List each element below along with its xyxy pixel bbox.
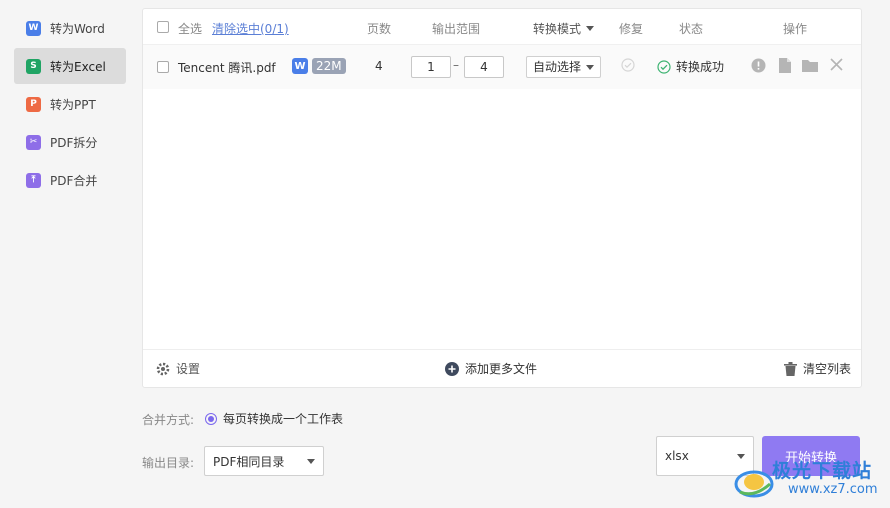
trash-icon bbox=[783, 361, 797, 376]
sidebar-item-label: 转为Word bbox=[50, 21, 105, 36]
table-row: Tencent 腾讯.pdf W 22M 4 1 – 4 自动选择 转换成功 bbox=[143, 45, 861, 89]
close-icon[interactable] bbox=[830, 58, 843, 75]
header-pages: 页数 bbox=[367, 22, 392, 36]
sidebar-item-2[interactable]: P 转为PPT bbox=[14, 86, 126, 122]
word-format-icon: W bbox=[292, 58, 308, 74]
panel-footer: 设置 添加更多文件 清空列表 bbox=[143, 349, 861, 387]
chevron-down-icon bbox=[307, 458, 315, 464]
radio-selected-icon bbox=[205, 412, 217, 425]
add-more-files-label: 添加更多文件 bbox=[465, 362, 538, 376]
repair-check-icon[interactable] bbox=[621, 58, 635, 75]
sidebar-item-label: 转为Excel bbox=[50, 59, 106, 74]
gear-icon bbox=[156, 362, 170, 375]
ppt-icon: P bbox=[26, 96, 41, 112]
start-convert-button[interactable]: 开始转换 bbox=[762, 436, 860, 476]
header-status: 状态 bbox=[679, 22, 704, 36]
file-size-badge: 22M bbox=[312, 58, 346, 74]
sidebar-item-4[interactable]: ⤒ PDF合并 bbox=[14, 162, 126, 198]
output-dir-select[interactable]: PDF相同目录 bbox=[204, 446, 324, 476]
clear-list-button[interactable]: 清空列表 bbox=[783, 360, 851, 377]
merge-mode-value: 每页转换成一个工作表 bbox=[223, 412, 344, 426]
status-badge: 转换成功 bbox=[657, 58, 724, 75]
sidebar-item-label: PDF拆分 bbox=[50, 135, 98, 150]
sidebar-item-3[interactable]: ✂ PDF拆分 bbox=[14, 124, 126, 160]
settings-label: 设置 bbox=[176, 362, 201, 376]
select-all-label[interactable]: 全选 bbox=[178, 20, 202, 37]
merge-mode-radio[interactable]: 每页转换成一个工作表 bbox=[205, 410, 343, 427]
output-dir-value: PDF相同目录 bbox=[213, 454, 285, 469]
clear-selected-link[interactable]: 清除选中(0/1) bbox=[212, 20, 289, 37]
add-more-files-button[interactable]: 添加更多文件 bbox=[445, 360, 537, 377]
watermark-url: www.xz7.com bbox=[788, 482, 878, 497]
chevron-down-icon bbox=[586, 26, 595, 31]
header-convert-mode-label: 转换模式 bbox=[533, 22, 582, 36]
sidebar-item-label: 转为PPT bbox=[50, 97, 96, 112]
status-text: 转换成功 bbox=[676, 60, 725, 74]
sidebar-item-1[interactable]: S 转为Excel bbox=[14, 48, 126, 84]
clear-list-label: 清空列表 bbox=[802, 362, 851, 376]
word-icon: W bbox=[26, 20, 41, 36]
header-repair: 修复 bbox=[619, 22, 644, 36]
file-list-panel: 全选 清除选中(0/1) 页数 输出范围 转换模式 修复 状态 操作 Tence… bbox=[142, 8, 862, 388]
convert-mode-value: 自动选择 bbox=[533, 60, 582, 74]
plus-circle-icon bbox=[445, 361, 459, 376]
file-name: Tencent 腾讯.pdf bbox=[178, 61, 276, 75]
header-actions: 操作 bbox=[783, 22, 808, 36]
excel-icon: S bbox=[26, 58, 41, 74]
output-format-select[interactable]: xlsx bbox=[656, 436, 754, 476]
settings-button[interactable]: 设置 bbox=[156, 360, 200, 377]
output-format-value: xlsx bbox=[665, 449, 689, 463]
output-dir-label: 输出目录: bbox=[142, 456, 195, 470]
table-header: 全选 清除选中(0/1) 页数 输出范围 转换模式 修复 状态 操作 bbox=[143, 9, 861, 45]
page-count: 4 bbox=[375, 59, 383, 73]
sidebar: W 转为Word S 转为Excel P 转为PPT ✂ PDF拆分 ⤒ PDF合并 bbox=[0, 0, 135, 508]
merge-mode-label: 合并方式: bbox=[142, 413, 195, 427]
sidebar-item-label: PDF合并 bbox=[50, 173, 98, 188]
split-icon: ✂ bbox=[26, 134, 41, 150]
convert-mode-select[interactable]: 自动选择 bbox=[526, 56, 602, 78]
range-to-input[interactable]: 4 bbox=[464, 56, 504, 78]
range-from-input[interactable]: 1 bbox=[411, 56, 451, 78]
range-separator: – bbox=[453, 58, 459, 72]
sidebar-item-0[interactable]: W 转为Word bbox=[14, 10, 126, 46]
select-all-checkbox[interactable] bbox=[157, 21, 169, 33]
file-icon[interactable] bbox=[779, 58, 791, 77]
merge-icon: ⤒ bbox=[26, 172, 41, 188]
info-icon[interactable] bbox=[751, 58, 766, 77]
header-convert-mode[interactable]: 转换模式 bbox=[533, 20, 595, 37]
success-check-icon bbox=[657, 59, 671, 74]
header-output-range: 输出范围 bbox=[432, 22, 481, 36]
chevron-down-icon bbox=[737, 453, 745, 459]
chevron-down-icon bbox=[586, 64, 595, 70]
row-checkbox[interactable] bbox=[157, 61, 169, 73]
folder-icon[interactable] bbox=[802, 59, 818, 76]
